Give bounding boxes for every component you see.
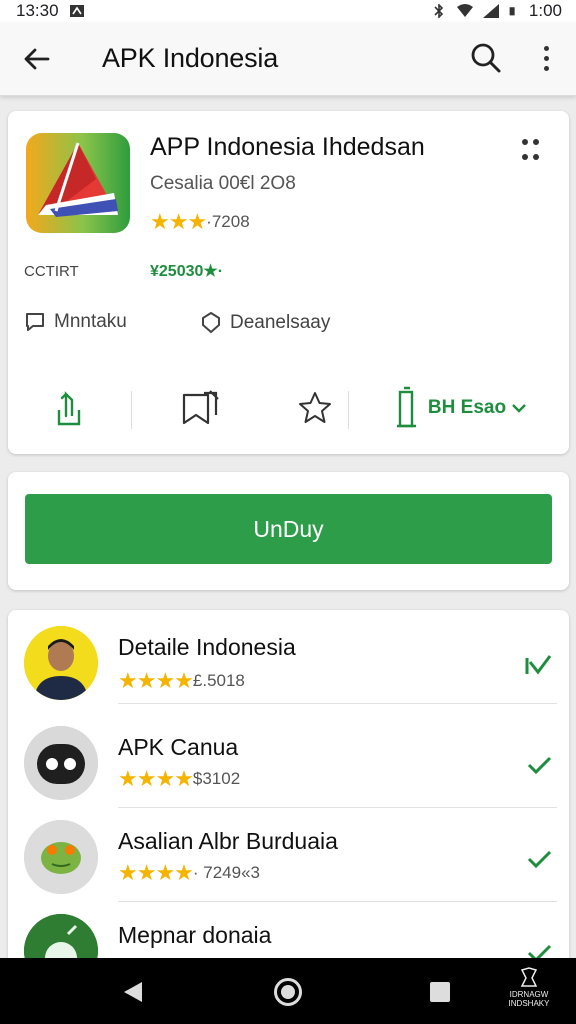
list-item-name: Asalian Albr Burduaia (118, 828, 338, 854)
nav-back-button[interactable] (120, 980, 144, 1004)
rating-count: $3102 (192, 769, 241, 788)
status-bar: 13:30 1:00 (0, 0, 576, 22)
more-dots-icon (522, 139, 528, 145)
tag-1-label: Mnntaku (54, 311, 127, 332)
rating-count: · 7249«3 (192, 863, 261, 882)
version-label: BH Esao (427, 397, 507, 418)
page-title: APK Indonesia (102, 43, 279, 73)
watermark: IDRNAGW INDSHAKY (494, 966, 564, 1008)
shield-icon (202, 312, 220, 333)
install-card: UnDuy (8, 472, 569, 590)
install-size-icon (396, 386, 416, 428)
notification-icon (69, 5, 84, 17)
action-row: BH Esao (8, 383, 569, 433)
rating-stars: ★★★★ (118, 668, 194, 693)
rating-count: ·7208 (206, 212, 250, 231)
list-item-name: APK Canua (118, 734, 239, 760)
rating-count: £.5018 (192, 671, 245, 690)
avatar (24, 626, 98, 700)
status-time-left: 13:30 (16, 1, 59, 20)
battery-icon (509, 7, 515, 16)
install-button[interactable]: UnDuy (25, 494, 552, 564)
robot-avatar-icon (24, 726, 98, 800)
app-logo-icon (38, 142, 118, 217)
app-developer[interactable]: Cesalia 00€l 2O8 (150, 173, 296, 195)
watermark-logo-icon (520, 967, 538, 987)
app-bar: APK Indonesia (0, 22, 576, 96)
share-button[interactable] (44, 383, 94, 433)
list-divider (118, 703, 557, 704)
wishlist-button[interactable] (290, 383, 340, 433)
check-icon (527, 756, 552, 775)
tag-2-label: Deanelsaay (230, 312, 331, 333)
bookmark-button[interactable] (176, 383, 226, 433)
app-tag-2[interactable]: Deanelsaay (200, 311, 330, 335)
check-icon (527, 850, 552, 869)
list-item-rating: ★★★★ $3102 (118, 766, 240, 792)
list-item-name: Mepnar donaia (118, 922, 272, 948)
related-apps-list: Detaile Indonesia ★★★★ £.5018 APK Canua … (8, 610, 569, 970)
back-button[interactable] (18, 41, 54, 77)
watermark-text: IDRNAGW INDSHAKY (508, 990, 550, 1008)
rating-stars: ★★★★ (118, 860, 194, 885)
app-detail-card: APP Indonesia Ihdedsan Cesalia 00€l 2O8 … (8, 111, 569, 454)
action-divider (348, 391, 349, 429)
chevron-down-icon (512, 404, 526, 413)
app-rating: ★★★ ·7208 (150, 209, 250, 235)
nav-recents-button[interactable] (430, 982, 450, 1002)
bookmark-icon (182, 390, 219, 425)
avatar (24, 820, 98, 894)
installed-check-icon (525, 655, 552, 675)
status-time-right: 1:00 (528, 1, 562, 20)
action-divider (131, 391, 132, 429)
star-outline-icon (299, 392, 331, 423)
nav-home-button[interactable] (274, 978, 302, 1006)
version-dropdown[interactable]: BH Esao (376, 383, 546, 433)
app-title: APP Indonesia Ihdedsan (150, 133, 425, 161)
app-icon (26, 133, 130, 233)
bluetooth-icon (434, 4, 444, 18)
search-button[interactable] (468, 40, 504, 76)
list-item[interactable]: Detaile Indonesia ★★★★ £.5018 (8, 610, 569, 704)
list-item[interactable]: Asalian Albr Burduaia ★★★★ · 7249«3 (8, 808, 569, 902)
rating-stars: ★★★ (150, 209, 207, 234)
overflow-menu-button[interactable] (532, 40, 560, 76)
list-item-name: Detaile Indonesia (118, 634, 296, 660)
system-nav-bar: IDRNAGW INDSHAKY (0, 958, 576, 1024)
search-icon (471, 43, 501, 73)
overflow-menu-icon (543, 45, 549, 51)
app-meta-left: CCTIRT (24, 263, 79, 280)
back-arrow-icon (24, 48, 50, 69)
message-icon (26, 313, 44, 331)
person-avatar-icon (24, 626, 98, 700)
list-item[interactable]: APK Canua ★★★★ $3102 (8, 714, 569, 808)
app-tag-1[interactable]: Mnntaku (24, 311, 127, 333)
list-item-rating: ★★★★ · 7249«3 (118, 860, 260, 886)
rating-stars: ★★★★ (118, 766, 194, 791)
app-meta-right: ¥25030★· (150, 263, 224, 280)
avatar (24, 726, 98, 800)
signal-icon (482, 4, 499, 18)
frog-avatar-icon (24, 820, 98, 894)
list-item-rating: ★★★★ £.5018 (118, 668, 245, 694)
app-options-button[interactable] (522, 139, 544, 163)
share-icon (57, 391, 81, 426)
wifi-icon (456, 4, 473, 17)
